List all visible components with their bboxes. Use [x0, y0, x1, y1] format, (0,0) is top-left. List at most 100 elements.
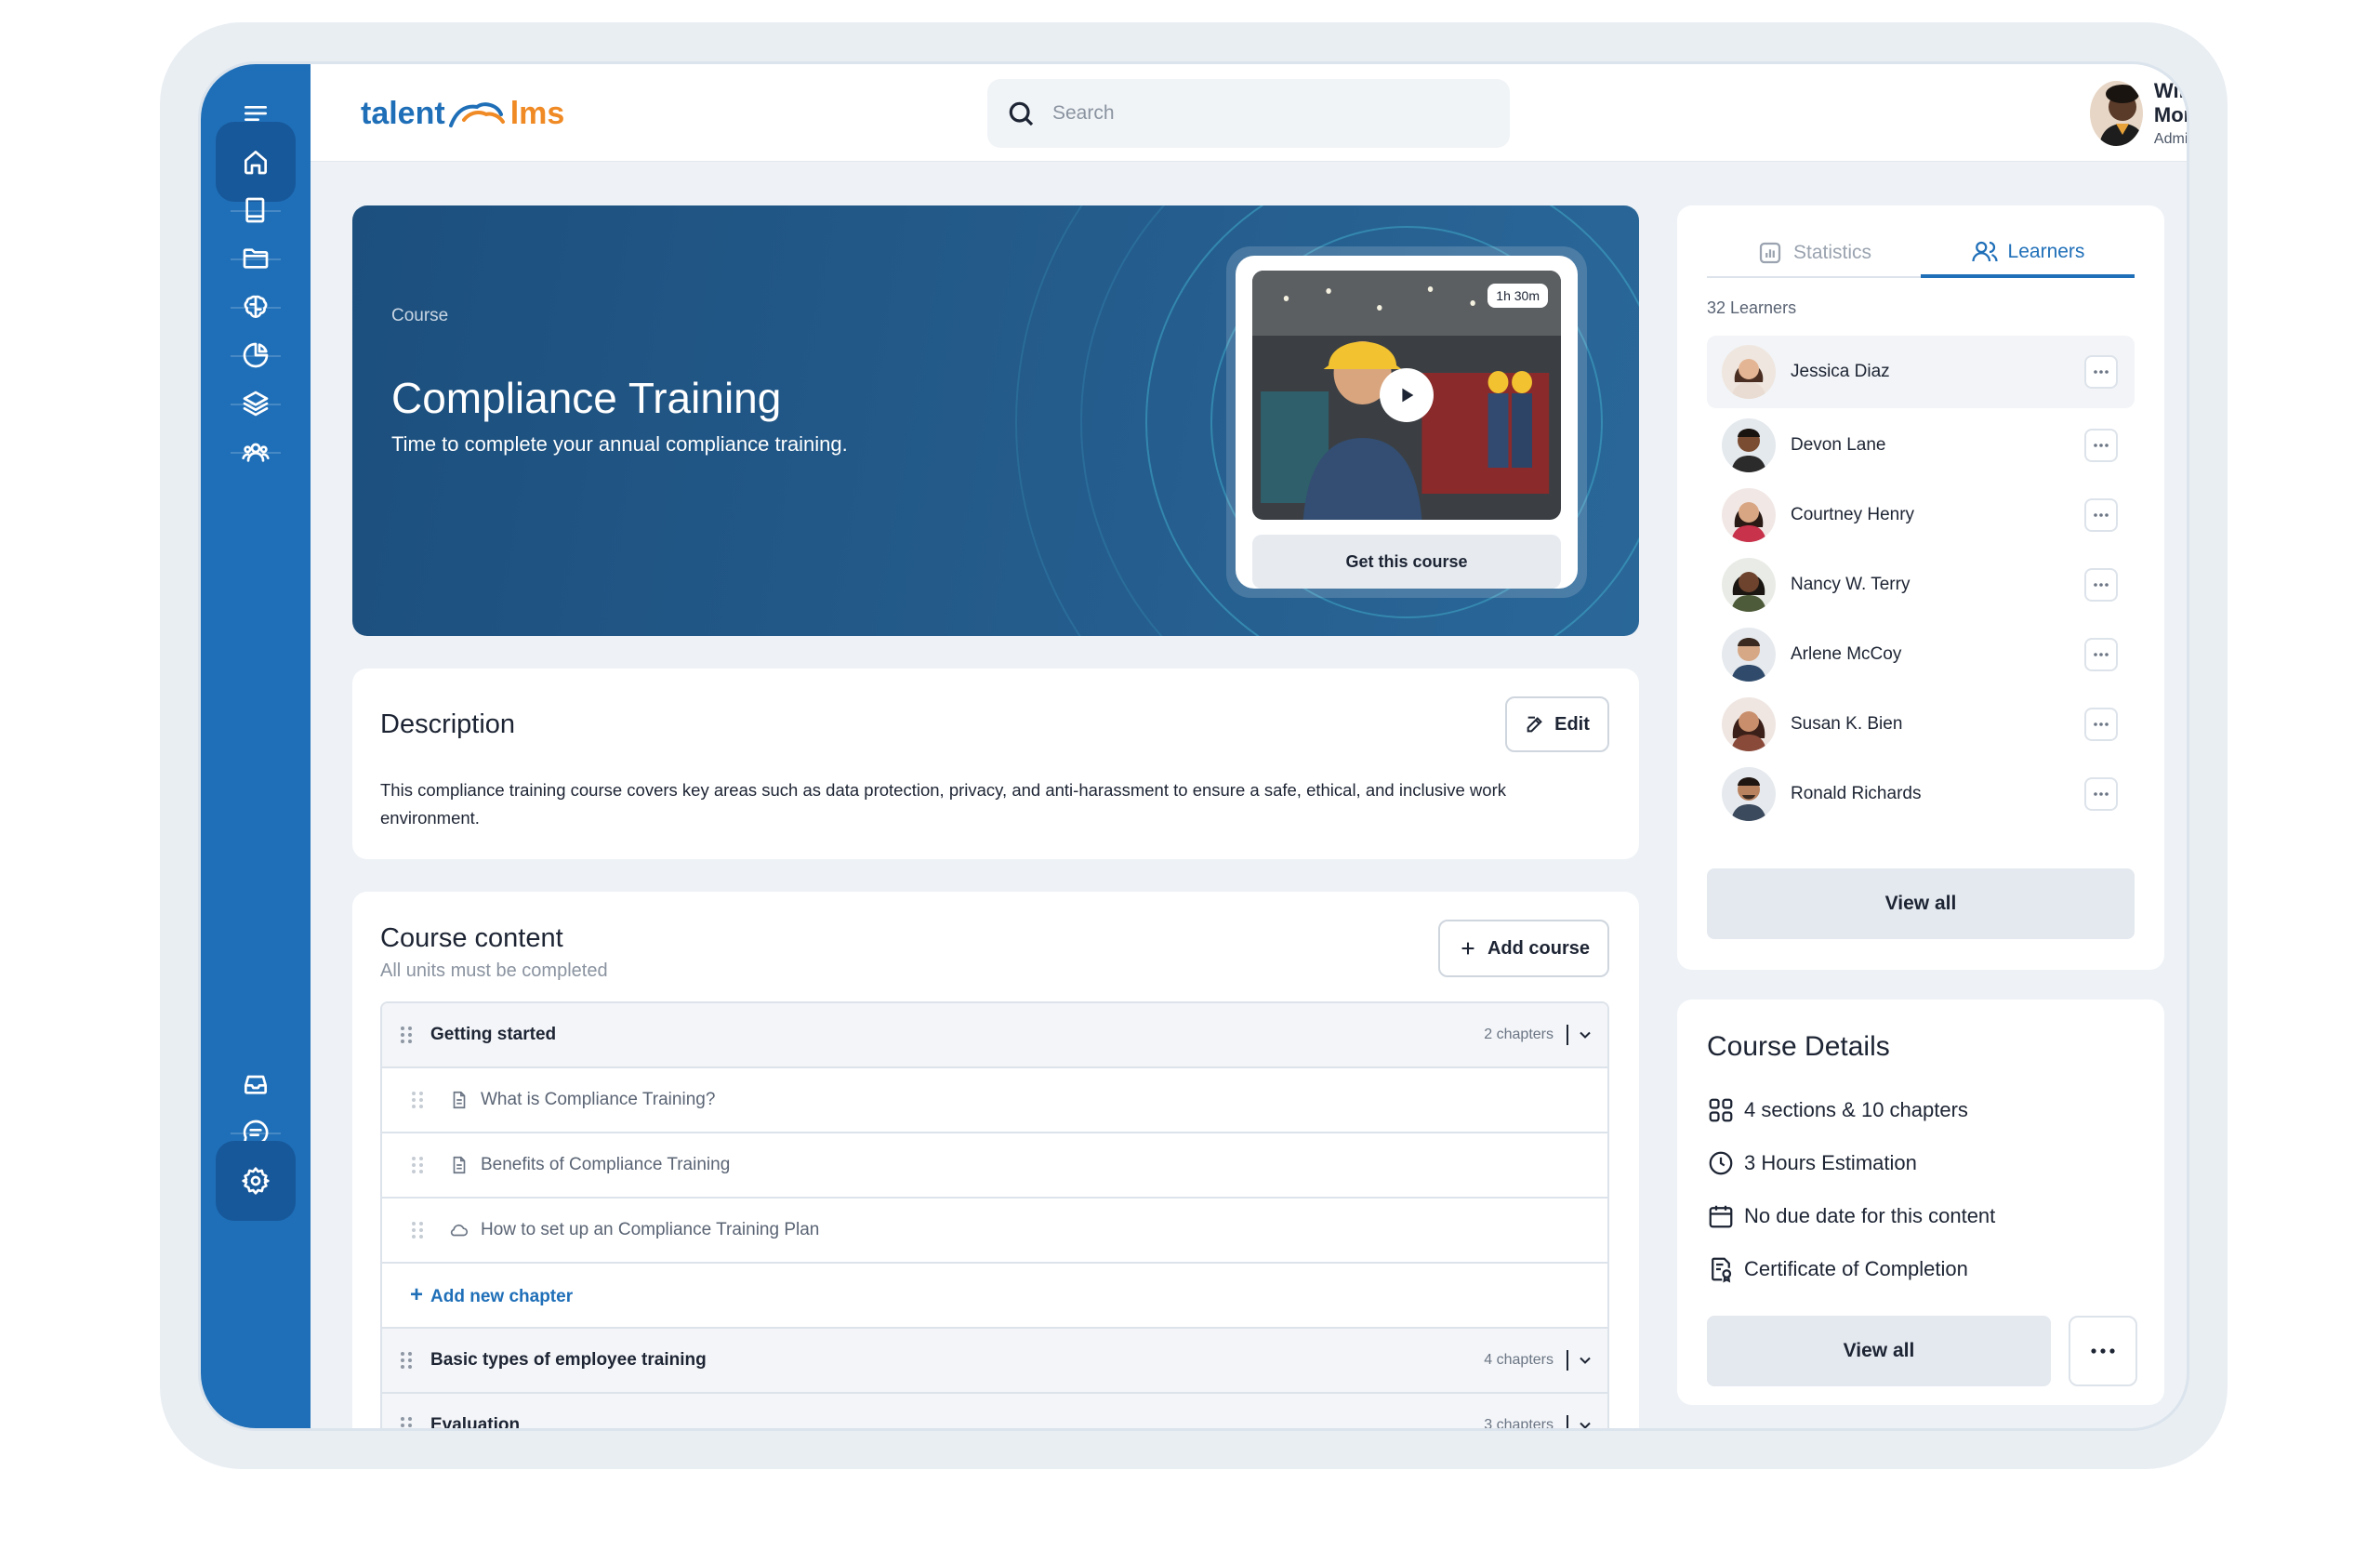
tab-learners[interactable]: Learners [1921, 230, 2135, 278]
search-input[interactable] [1052, 102, 1461, 125]
search-icon [1009, 101, 1034, 126]
play-icon [1402, 388, 1414, 403]
learner-name: Arlene McCoy [1791, 643, 1902, 664]
course-video-thumbnail[interactable]: 1h 30m [1252, 271, 1561, 520]
drag-handle-icon[interactable] [410, 1155, 425, 1175]
edit-icon [1527, 716, 1542, 733]
edit-button[interactable]: Edit [1505, 696, 1609, 752]
play-button[interactable] [1380, 368, 1434, 422]
chevron-down-icon[interactable] [1576, 1416, 1594, 1431]
chapter-count: 3 chapters [1484, 1417, 1554, 1431]
learner-row[interactable]: Jessica Diaz [1707, 336, 2135, 408]
learner-options-button[interactable] [2084, 428, 2118, 462]
chapter-row[interactable]: What is Compliance Training? [382, 1068, 1607, 1133]
tab-statistics[interactable]: Statistics [1707, 230, 1921, 276]
detail-text: 4 sections & 10 chapters [1744, 1097, 1968, 1121]
learner-options-button[interactable] [2084, 637, 2118, 671]
user-menu[interactable]: Wilma Morris Administrator [2090, 79, 2189, 148]
top-bar: talent lms Wilma Morris Administrator [311, 64, 2187, 162]
learner-row[interactable]: Susan K. Bien [1707, 689, 2135, 759]
more-horizontal-icon [2094, 512, 2109, 517]
drag-handle-icon[interactable] [410, 1090, 425, 1110]
chapter-row[interactable]: Benefits of Compliance Training [382, 1133, 1607, 1199]
course-content-card: Course content All units must be complet… [352, 892, 1639, 1431]
detail-due-date: No due date for this content [1707, 1189, 1995, 1242]
hero-kicker: Course [391, 306, 449, 325]
avatar[interactable] [1722, 417, 1776, 472]
duration-badge: 1h 30m [1488, 284, 1548, 308]
add-course-button[interactable]: Add course [1438, 920, 1609, 977]
sidebar-item-settings[interactable] [216, 1141, 296, 1221]
more-horizontal-icon [2094, 652, 2109, 656]
learner-row[interactable]: Courtney Henry [1707, 480, 2135, 550]
detail-text: Certificate of Completion [1744, 1256, 1968, 1280]
learner-name: Nancy W. Terry [1791, 574, 1911, 594]
plus-icon [1461, 942, 1474, 955]
view-all-learners-button[interactable]: View all [1707, 868, 2135, 939]
add-new-chapter-link[interactable]: + Add new chapter [382, 1264, 1607, 1329]
learner-options-button[interactable] [2084, 355, 2118, 389]
user-name: Wilma Morris [2153, 79, 2189, 126]
search-bar[interactable] [987, 79, 1510, 148]
view-all-details-button[interactable]: View all [1707, 1316, 2051, 1386]
learner-row[interactable]: Ronald Richards [1707, 759, 2135, 828]
clock-icon [1709, 1151, 1733, 1174]
course-preview-card: 1h 30m Get this course [1226, 246, 1587, 598]
more-horizontal-icon [2094, 443, 2109, 447]
chevron-down-icon[interactable] [1576, 1351, 1594, 1370]
more-horizontal-icon [2094, 722, 2109, 726]
more-horizontal-icon [2094, 582, 2109, 587]
description-title: Description [380, 709, 516, 739]
more-options-button[interactable] [2069, 1316, 2137, 1386]
learner-row[interactable]: Devon Lane [1707, 410, 2135, 480]
user-avatar[interactable] [2090, 81, 2143, 146]
drag-handle-icon[interactable] [410, 1220, 425, 1240]
avatar[interactable] [1722, 696, 1776, 751]
chapter-count: 4 chapters [1484, 1352, 1554, 1368]
drag-handle-icon[interactable] [399, 1350, 414, 1371]
tab-statistics-label: Statistics [1792, 242, 1872, 263]
talentlms-logo[interactable]: talent lms [361, 96, 564, 132]
avatar[interactable] [1722, 557, 1776, 612]
section-title: Basic types of employee training [430, 1350, 707, 1370]
panel-tabs: Statistics Learners [1707, 230, 2135, 278]
learners-icon [1971, 241, 1998, 262]
learner-options-button[interactable] [2084, 707, 2118, 741]
learner-count: 32 Learners [1707, 298, 1797, 317]
avatar[interactable] [1722, 627, 1776, 682]
edit-label: Edit [1554, 713, 1590, 735]
document-icon [453, 1091, 466, 1109]
more-horizontal-icon [2094, 370, 2109, 374]
drag-handle-icon[interactable] [399, 1415, 414, 1431]
chevron-down-icon[interactable] [1576, 1026, 1594, 1044]
learner-row[interactable]: Arlene McCoy [1707, 619, 2135, 689]
course-title: Compliance Training [391, 374, 782, 422]
avatar[interactable] [1722, 345, 1776, 399]
detail-sections: 4 sections & 10 chapters [1707, 1083, 1995, 1136]
section-header[interactable]: Basic types of employee training 4 chapt… [382, 1329, 1607, 1394]
more-horizontal-icon [2091, 1348, 2115, 1354]
chapter-title: How to set up an Compliance Training Pla… [481, 1220, 820, 1239]
learner-row[interactable]: Nancy W. Terry [1707, 550, 2135, 619]
learner-options-button[interactable] [2084, 776, 2118, 811]
section-title: Getting started [430, 1025, 557, 1044]
section-header[interactable]: Evaluation 3 chapters [382, 1394, 1607, 1431]
section-header[interactable]: Getting started 2 chapters [382, 1003, 1607, 1068]
plus-icon: + [410, 1282, 424, 1307]
avatar[interactable] [1722, 766, 1776, 821]
chapter-row[interactable]: How to set up an Compliance Training Pla… [382, 1199, 1607, 1264]
chapter-title: What is Compliance Training? [481, 1090, 716, 1109]
document-icon [453, 1156, 466, 1174]
chapter-title: Benefits of Compliance Training [481, 1155, 731, 1174]
learner-options-button[interactable] [2084, 567, 2118, 602]
sidebar-item-users[interactable] [216, 412, 296, 492]
get-course-button[interactable]: Get this course [1252, 535, 1561, 589]
learner-name: Ronald Richards [1791, 783, 1922, 803]
learner-options-button[interactable] [2084, 497, 2118, 532]
avatar[interactable] [1722, 487, 1776, 542]
detail-text: No due date for this content [1744, 1203, 1996, 1227]
add-chapter-label: Add new chapter [430, 1287, 574, 1306]
course-subtitle: Time to complete your annual compliance … [391, 432, 848, 456]
drag-handle-icon[interactable] [399, 1025, 414, 1045]
learner-list: Jessica Diaz Devon Lane Courtney Henry N… [1707, 336, 2135, 828]
